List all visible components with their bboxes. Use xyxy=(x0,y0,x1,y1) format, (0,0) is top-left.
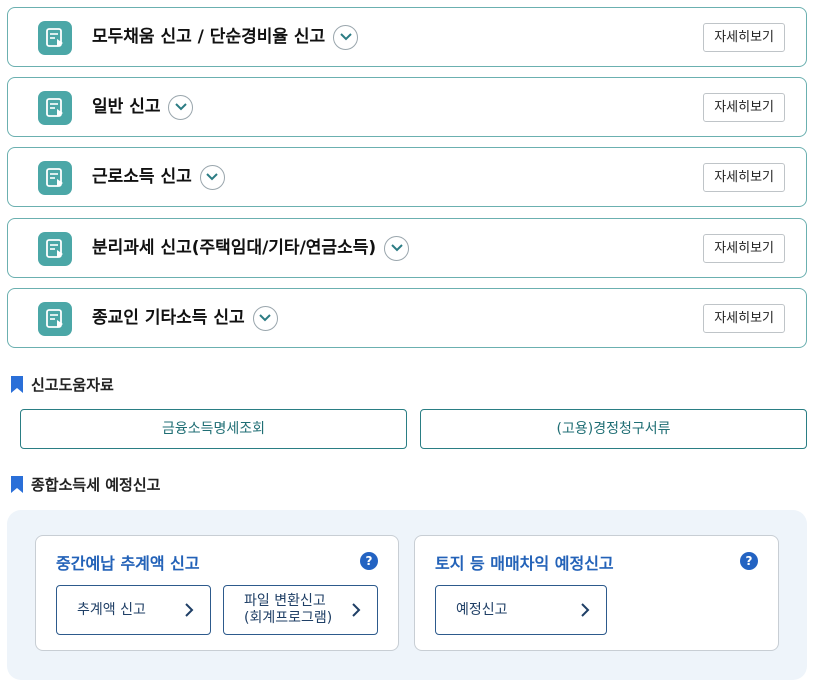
detail-button[interactable]: 자세히보기 xyxy=(703,23,785,52)
forecast-section-heading: 종합소득세 예정신고 xyxy=(11,474,160,494)
bookmark-icon xyxy=(11,475,23,493)
panel-general-report: 일반 신고 자세히보기 xyxy=(7,77,807,137)
detail-button[interactable]: 자세히보기 xyxy=(703,163,785,192)
financial-income-lookup-button[interactable]: 금융소득명세조회 xyxy=(20,409,407,449)
chevron-right-icon xyxy=(352,603,361,617)
file-conversion-report-button[interactable]: 파일 변환신고 (회계프로그램) xyxy=(223,585,378,635)
card-title: 중간예납 추계액 신고 xyxy=(56,554,200,573)
document-play-icon xyxy=(38,232,72,266)
button-label-line: 파일 변환신고 xyxy=(244,593,326,609)
button-label-line: (회계프로그램) xyxy=(244,610,333,626)
panel-title: 분리과세 신고(주택임대/기타/연금소득) xyxy=(92,219,410,277)
panel-title: 모두채움 신고 / 단순경비율 신고 xyxy=(92,8,359,66)
chevron-right-icon xyxy=(581,603,590,617)
question-circle-icon[interactable]: ? xyxy=(360,552,378,570)
panel-title: 일반 신고 xyxy=(92,78,194,136)
card-title: 토지 등 매매차익 예정신고 xyxy=(435,554,614,573)
panel-religious-income-report: 종교인 기타소득 신고 자세히보기 xyxy=(7,288,807,348)
detail-button[interactable]: 자세히보기 xyxy=(703,304,785,333)
scheduled-report-button[interactable]: 예정신고 xyxy=(435,585,607,635)
panel-earned-income-report: 근로소득 신고 자세히보기 xyxy=(7,147,807,207)
button-label: 예정신고 xyxy=(456,586,508,634)
panel-title-text: 종교인 기타소득 신고 xyxy=(92,308,245,328)
interim-prepayment-card: 중간예납 추계액 신고 ? 추계액 신고 파일 변환신고 (회계프로그램) xyxy=(35,535,399,651)
detail-button[interactable]: 자세히보기 xyxy=(703,93,785,122)
button-label: 추계액 신고 xyxy=(77,586,146,634)
document-play-icon xyxy=(38,91,72,125)
estimate-report-button[interactable]: 추계액 신고 xyxy=(56,585,211,635)
panel-separate-taxation-report: 분리과세 신고(주택임대/기타/연금소득) 자세히보기 xyxy=(7,218,807,278)
chevron-down-icon[interactable] xyxy=(168,94,194,120)
document-play-icon xyxy=(38,302,72,336)
button-label: 파일 변환신고 (회계프로그램) xyxy=(244,586,332,634)
chevron-down-icon[interactable] xyxy=(199,164,225,190)
panel-title-text: 일반 신고 xyxy=(92,97,161,117)
panel-title: 근로소득 신고 xyxy=(92,148,225,206)
button-label-line: 추계액 신고 xyxy=(77,601,146,618)
document-play-icon xyxy=(38,21,72,55)
chevron-right-icon xyxy=(185,603,194,617)
chevron-down-icon[interactable] xyxy=(333,24,359,50)
forecast-section-title: 종합소득세 예정신고 xyxy=(31,475,161,494)
question-circle-icon[interactable]: ? xyxy=(740,552,758,570)
panel-title-text: 분리과세 신고(주택임대/기타/연금소득) xyxy=(92,238,377,258)
correction-claim-docs-button[interactable]: (고용)경정청구서류 xyxy=(420,409,807,449)
help-section-title: 신고도움자료 xyxy=(31,375,114,394)
panel-title-text: 모두채움 신고 / 단순경비율 신고 xyxy=(92,27,326,47)
button-label-line: 예정신고 xyxy=(456,601,508,618)
help-section-heading: 신고도움자료 xyxy=(11,374,114,394)
panel-title: 종교인 기타소득 신고 xyxy=(92,289,278,347)
chevron-down-icon[interactable] xyxy=(384,235,410,261)
panel-title-text: 근로소득 신고 xyxy=(92,167,192,187)
bookmark-icon xyxy=(11,375,23,393)
panel-simple-report: 모두채움 신고 / 단순경비율 신고 자세히보기 xyxy=(7,7,807,67)
detail-button[interactable]: 자세히보기 xyxy=(703,234,785,263)
chevron-down-icon[interactable] xyxy=(252,305,278,331)
land-sale-profit-card: 토지 등 매매차익 예정신고 ? 예정신고 xyxy=(414,535,779,651)
document-play-icon xyxy=(38,161,72,195)
